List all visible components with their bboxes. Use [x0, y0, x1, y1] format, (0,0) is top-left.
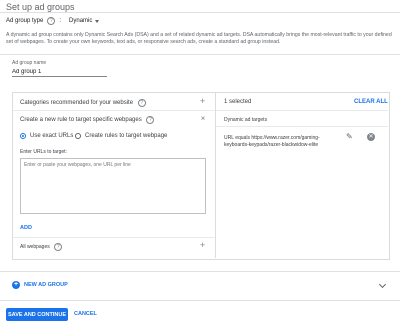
- create-rule-row: Create a new rule to target specific web…: [20, 116, 155, 124]
- caret-down-icon: [95, 19, 100, 23]
- help-icon[interactable]: ?: [54, 243, 63, 251]
- ad-group-type-label: Ad group type: [6, 18, 44, 24]
- ad-group-type-value: Dynamic: [69, 18, 93, 24]
- page-title: Set up ad groups: [6, 2, 75, 12]
- remove-icon[interactable]: ✕: [367, 133, 375, 141]
- all-webpages-label: All webpages: [20, 244, 50, 250]
- add-button[interactable]: ADD: [20, 225, 32, 231]
- target-item: URL equals https://www.razer.com/gaming-…: [224, 135, 320, 148]
- create-rule-label: Create a new rule to target specific web…: [20, 117, 142, 123]
- urls-textarea[interactable]: [20, 158, 206, 214]
- ad-group-name-label: Ad group name: [12, 60, 47, 66]
- new-ad-group-button[interactable]: NEW AD GROUP: [24, 282, 68, 288]
- all-webpages-row[interactable]: All webpages ?: [20, 243, 63, 251]
- divider: [13, 237, 215, 238]
- plus-icon[interactable]: +: [200, 97, 205, 106]
- panel-divider: [215, 92, 216, 258]
- target-url-line2: keyboards-keypads/razer-blackwidow-elite: [224, 141, 319, 148]
- target-url-line1: URL equals https://www.razer.com/gaming-: [224, 135, 320, 141]
- plus-icon[interactable]: +: [200, 241, 205, 250]
- divider: [216, 110, 388, 111]
- radio-exact-urls[interactable]: [20, 133, 26, 139]
- ad-group-type-select[interactable]: Dynamic: [69, 18, 100, 24]
- option-create-rules[interactable]: Create rules to target webpage: [75, 133, 167, 139]
- categories-label: Categories recommended for your website: [20, 100, 134, 106]
- ad-group-type-row: Ad group type ? : Dynamic: [6, 17, 100, 25]
- categories-row[interactable]: Categories recommended for your website …: [20, 99, 146, 107]
- selected-count: 1 selected: [224, 99, 252, 105]
- option-exact-label: Use exact URLs: [30, 133, 74, 139]
- clear-all-button[interactable]: CLEAR ALL: [354, 99, 388, 105]
- ad-group-description: A dynamic ad group contains only Dynamic…: [6, 32, 392, 45]
- enter-urls-label: Enter URLs to target:: [20, 149, 67, 155]
- save-and-continue-button[interactable]: SAVE AND CONTINUE: [6, 308, 68, 321]
- divider: [216, 126, 388, 127]
- cancel-button[interactable]: CANCEL: [74, 308, 97, 321]
- ad-group-name-input[interactable]: [12, 67, 107, 77]
- targets-header: Dynamic ad targets: [224, 117, 268, 123]
- help-icon[interactable]: ?: [146, 116, 155, 124]
- radio-create-rules[interactable]: [75, 133, 81, 139]
- option-exact-urls[interactable]: Use exact URLs: [20, 133, 73, 139]
- add-circle-icon[interactable]: +: [12, 281, 20, 289]
- divider: [0, 12, 400, 13]
- help-icon[interactable]: ?: [47, 17, 56, 25]
- option-rules-label: Create rules to target webpage: [85, 133, 168, 139]
- pencil-icon[interactable]: ✎: [346, 132, 353, 141]
- divider: [13, 110, 215, 111]
- help-icon[interactable]: ?: [137, 99, 146, 107]
